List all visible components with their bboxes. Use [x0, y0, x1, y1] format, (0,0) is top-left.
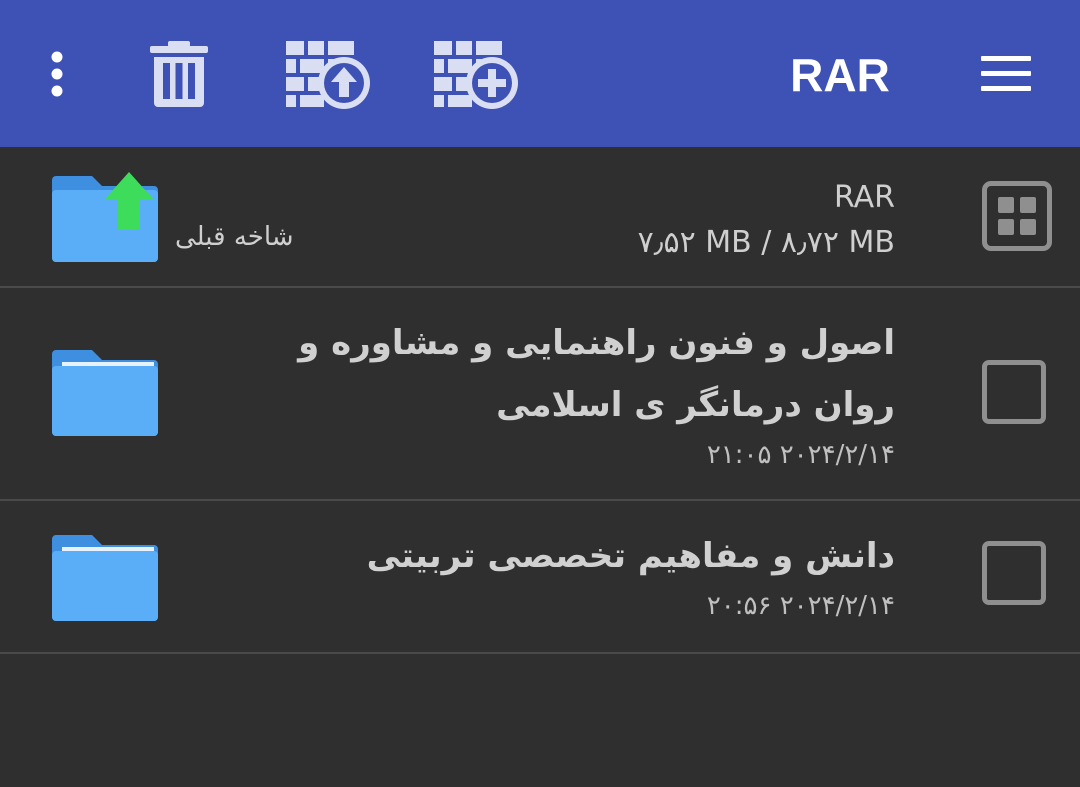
- file-date: ۲۱:۰۵ ۲۰۲۴/۲/۱۴: [706, 440, 895, 470]
- list-item[interactable]: دانش و مفاهیم تخصصی تربیتی ۲۰:۵۶ ۲۰۲۴/۲/…: [0, 501, 1080, 654]
- add-to-archive-button[interactable]: [430, 37, 522, 111]
- file-name: دانش و مفاهیم تخصصی تربیتی: [366, 536, 895, 576]
- select-checkbox[interactable]: [982, 541, 1046, 605]
- parent-folder-label: شاخه قبلی: [175, 222, 294, 252]
- extract-archive-icon: [286, 41, 370, 109]
- parent-folder-row[interactable]: RAR ۷٫۵۲ MB / ۸٫۷۲ MB شاخه قبلی: [0, 147, 1080, 288]
- menu-button[interactable]: [974, 37, 1038, 111]
- grid-view-toggle[interactable]: [982, 181, 1052, 251]
- app-title: RAR: [790, 49, 890, 101]
- app-toolbar: RAR: [0, 0, 1080, 147]
- folder-up-icon: [52, 172, 158, 262]
- grid-view-icon: [998, 197, 1036, 235]
- delete-icon: [150, 41, 208, 107]
- delete-button[interactable]: [143, 37, 215, 111]
- archive-name: RAR: [834, 180, 895, 215]
- menu-icon: [981, 56, 1031, 91]
- select-checkbox[interactable]: [982, 360, 1046, 424]
- folder-icon: [52, 535, 158, 621]
- list-item[interactable]: اصول و فنون راهنمایی و مشاوره و روان درم…: [0, 288, 1080, 501]
- add-to-archive-icon: [434, 41, 518, 109]
- archive-size-info: ۷٫۵۲ MB / ۸٫۷۲ MB: [637, 225, 895, 260]
- more-vert-icon: [51, 51, 63, 97]
- folder-icon: [52, 350, 158, 436]
- more-options-button[interactable]: [32, 37, 82, 111]
- extract-button[interactable]: [282, 37, 374, 111]
- file-date: ۲۰:۵۶ ۲۰۲۴/۲/۱۴: [706, 591, 895, 621]
- file-name: اصول و فنون راهنمایی و مشاوره و روان درم…: [298, 323, 895, 425]
